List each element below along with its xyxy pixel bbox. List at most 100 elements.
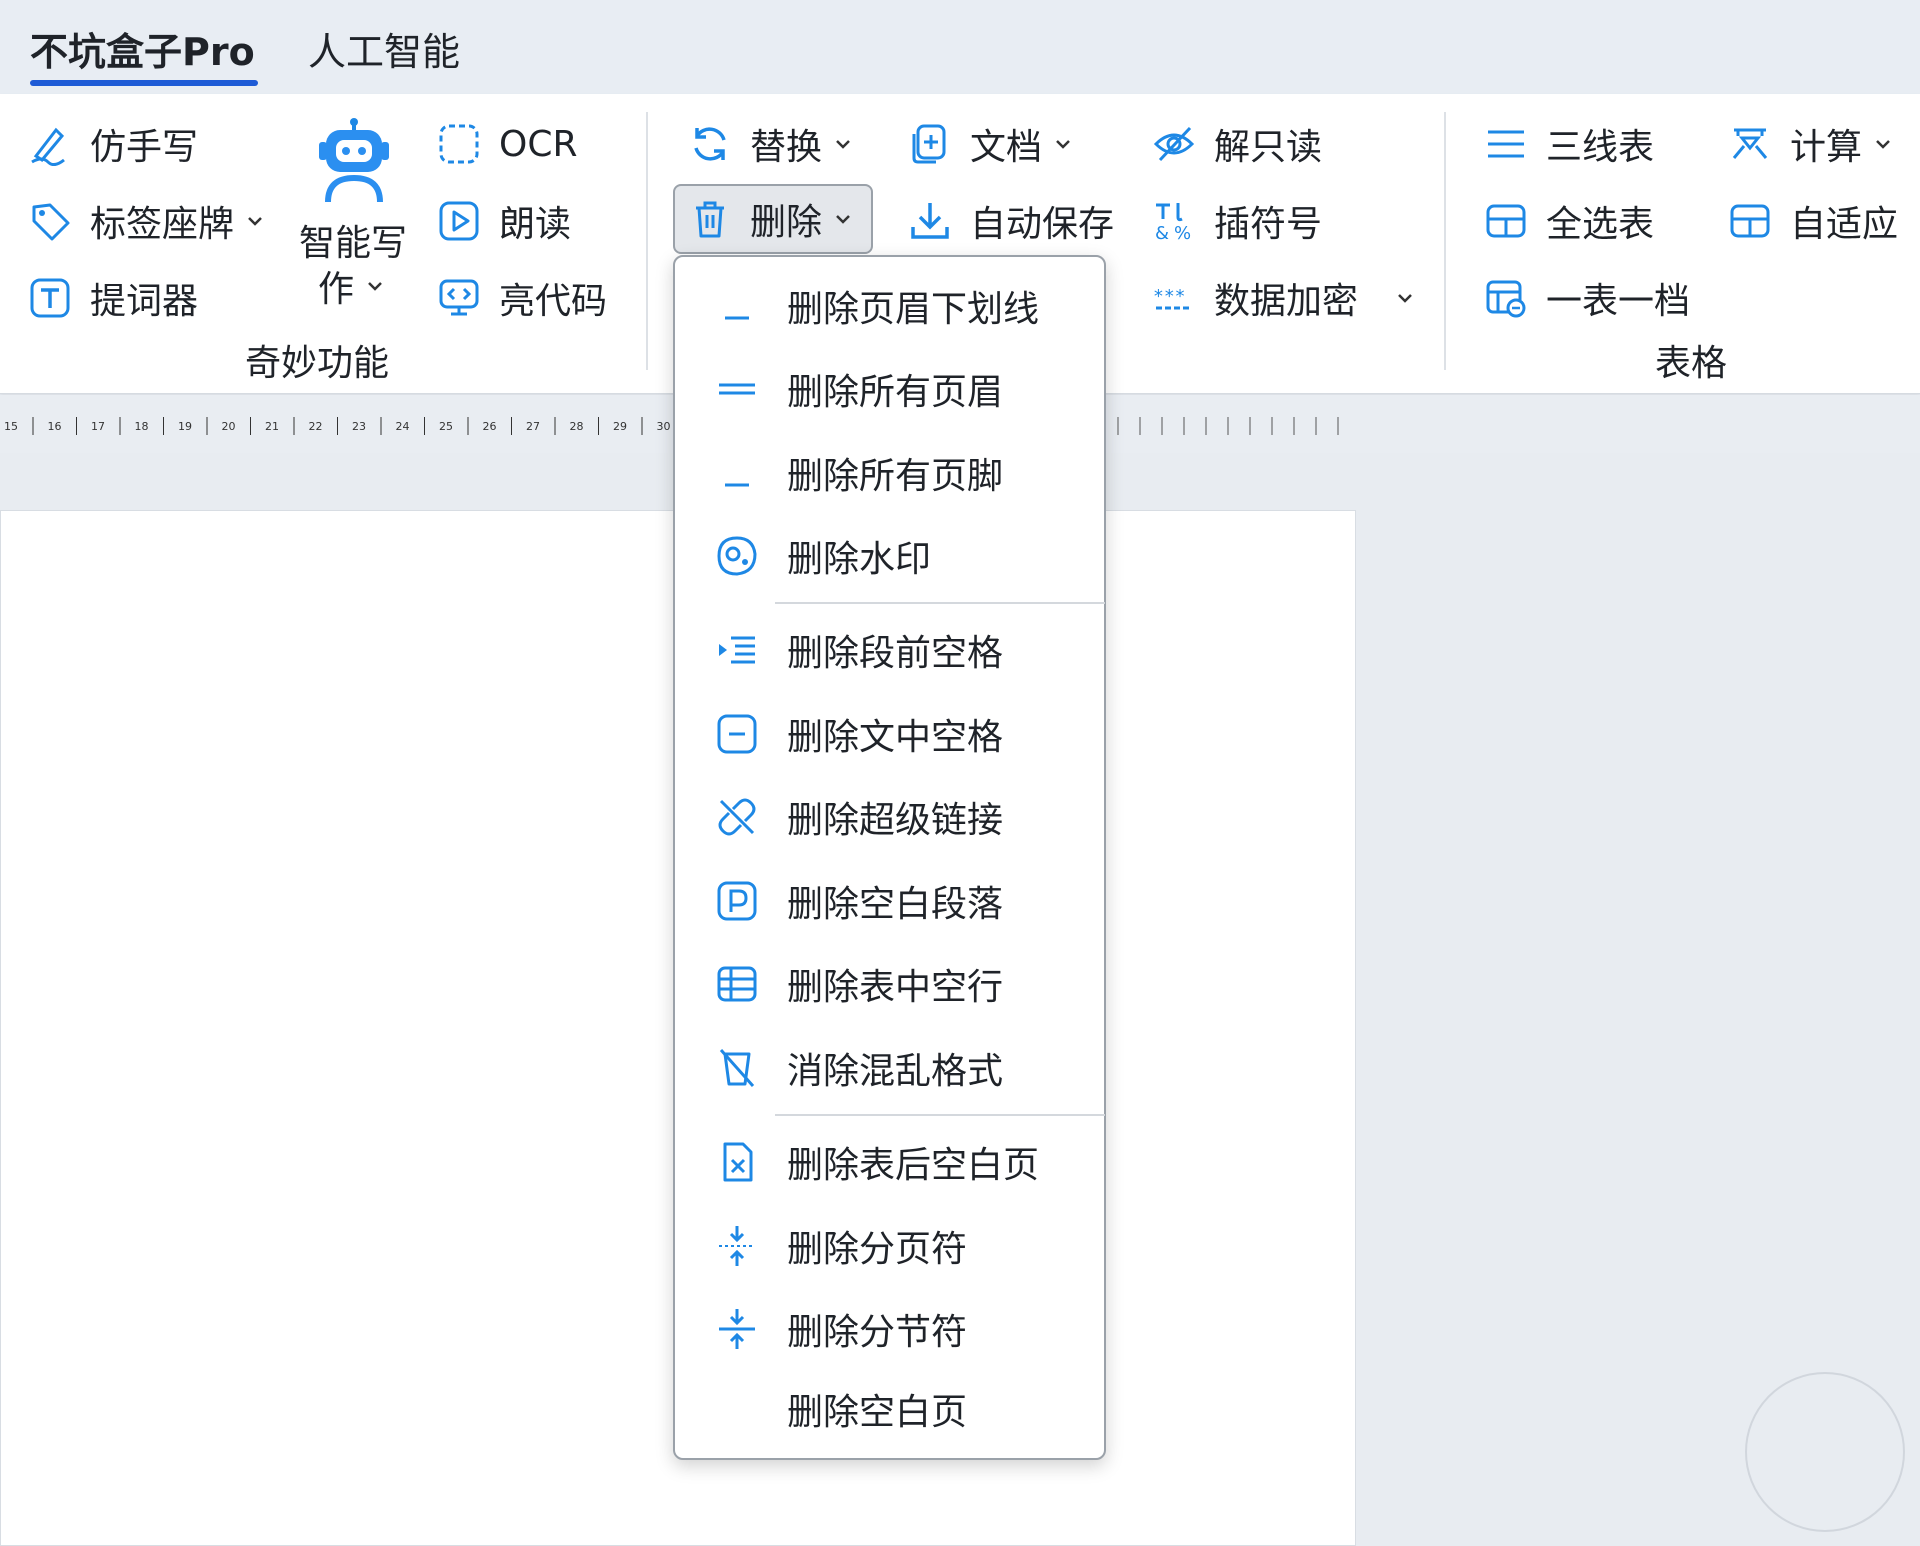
menu-item-clear-messy-format[interactable]: 消除混乱格式 (675, 1033, 1104, 1103)
ruler-number: 21 (265, 420, 279, 433)
tab-ai[interactable]: 人工智能 (308, 28, 460, 76)
scan-icon (437, 122, 481, 166)
double-line-icon (715, 367, 759, 411)
ruler-number: 25 (439, 420, 453, 433)
autosave-button[interactable]: 自动保存 (908, 191, 1114, 251)
svg-text:&: & (1155, 223, 1169, 243)
ruler-number: 27 (526, 420, 540, 433)
three-lines-icon (1484, 122, 1528, 166)
chevron-down-icon (1052, 133, 1074, 155)
indent-icon (715, 628, 759, 672)
section-break-icon (715, 1307, 759, 1351)
ruler-number: 26 (483, 420, 497, 433)
calculate-icon (1728, 122, 1772, 166)
clear-format-icon (715, 1046, 759, 1090)
chevron-down-icon (364, 275, 386, 297)
asterisk-mask-icon: *** (1152, 276, 1196, 320)
chevron-down-icon (1394, 287, 1416, 309)
delete-button[interactable]: 删除 (688, 189, 854, 249)
page-break-icon (715, 1224, 759, 1268)
read-aloud-button[interactable]: 朗读 (437, 191, 571, 251)
underline-icon (715, 284, 759, 328)
watermark-icon (715, 534, 759, 578)
menu-separator (775, 1114, 1105, 1116)
menu-item-delete-header-underline[interactable]: 删除页眉下划线 (675, 271, 1104, 341)
ruler-number: 29 (613, 420, 627, 433)
active-tab-indicator (30, 80, 258, 86)
tab-bar: 不坑盒子Pro 人工智能 (0, 0, 1920, 94)
ruler-number: 24 (396, 420, 410, 433)
chevron-down-icon (832, 133, 854, 155)
ruler-number: 16 (48, 420, 62, 433)
menu-item-delete-blank-pages[interactable]: 删除空白页 (675, 1374, 1104, 1444)
menu-separator (775, 602, 1105, 604)
delete-dropdown-menu: 删除页眉下划线 删除所有页眉 删除所有页脚 删除水印 删除段前空格 删除文中空格… (673, 255, 1106, 1460)
pen-icon (28, 122, 72, 166)
label-card-button[interactable]: 标签座牌 (28, 191, 266, 251)
table-icon (1484, 199, 1528, 243)
teleprompter-button[interactable]: 提词器 (28, 268, 198, 328)
table-icon (1728, 199, 1772, 243)
ruler-number: 30 (657, 420, 671, 433)
menu-item-delete-all-footers[interactable]: 删除所有页脚 (675, 438, 1104, 508)
refresh-icon (688, 122, 732, 166)
code-monitor-icon (437, 276, 481, 320)
robot-icon (319, 118, 389, 203)
menu-item-delete-blank-page-after-table[interactable]: 删除表后空白页 (675, 1127, 1104, 1197)
trash-icon (688, 197, 732, 241)
menu-item-delete-inner-spaces[interactable]: 删除文中空格 (675, 699, 1104, 769)
ruler-number: 22 (309, 420, 323, 433)
highlight-code-button[interactable]: 亮代码 (437, 268, 607, 328)
unlink-icon (715, 795, 759, 839)
symbol-icon: &% (1152, 199, 1196, 243)
group-label-magic: 奇妙功能 (245, 343, 390, 384)
svg-text:%: % (1174, 223, 1191, 243)
ocr-button[interactable]: OCR (437, 114, 578, 174)
ruler-number: 20 (222, 420, 236, 433)
ruler-number: 23 (352, 420, 366, 433)
replace-button[interactable]: 替换 (688, 114, 854, 174)
menu-item-delete-hyperlinks[interactable]: 删除超级链接 (675, 782, 1104, 852)
group-divider (1444, 112, 1446, 370)
tab-bukeng-pro[interactable]: 不坑盒子Pro (30, 28, 255, 76)
paragraph-box-icon (715, 879, 759, 923)
select-all-table-button[interactable]: 全选表 (1484, 191, 1654, 251)
menu-item-delete-watermark[interactable]: 删除水印 (675, 521, 1104, 591)
menu-item-delete-leading-spaces[interactable]: 删除段前空格 (675, 615, 1104, 685)
minus-box-icon (715, 712, 759, 756)
chevron-down-icon (244, 210, 266, 232)
table-sync-icon (1484, 276, 1528, 320)
underline-icon (715, 451, 759, 495)
text-box-icon (28, 276, 72, 320)
menu-item-delete-section-breaks[interactable]: 删除分节符 (675, 1294, 1104, 1364)
calculate-button[interactable]: 计算 (1728, 114, 1894, 174)
autofit-button[interactable]: 自适应 (1728, 191, 1898, 251)
insert-symbol-button[interactable]: &% 插符号 (1152, 191, 1322, 251)
handwrite-button[interactable]: 仿手写 (28, 114, 198, 174)
document-add-icon (908, 122, 952, 166)
one-table-button[interactable]: 一表一档 (1484, 268, 1690, 328)
three-line-table-button[interactable]: 三线表 (1484, 114, 1654, 174)
menu-item-delete-empty-paragraphs[interactable]: 删除空白段落 (675, 866, 1104, 936)
menu-item-delete-page-breaks[interactable]: 删除分页符 (675, 1211, 1104, 1281)
download-icon (908, 199, 952, 243)
ruler-number: 17 (91, 420, 105, 433)
ruler-number: 28 (570, 420, 584, 433)
eye-off-icon (1152, 122, 1196, 166)
document-button[interactable]: 文档 (908, 114, 1074, 174)
watermark-logo (1745, 1372, 1905, 1532)
svg-text:***: *** (1153, 286, 1186, 307)
table-rows-icon (715, 962, 759, 1006)
tag-icon (28, 199, 72, 243)
ruler-number: 19 (178, 420, 192, 433)
menu-item-delete-empty-table-rows[interactable]: 删除表中空行 (675, 949, 1104, 1019)
chevron-down-icon (1872, 133, 1894, 155)
play-icon (437, 199, 481, 243)
data-encrypt-button[interactable]: *** 数据加密 (1152, 268, 1416, 328)
chevron-down-icon (832, 208, 854, 230)
smart-write-button[interactable]: 智能写 作 (294, 118, 414, 328)
menu-item-delete-all-headers[interactable]: 删除所有页眉 (675, 354, 1104, 424)
file-x-icon (715, 1140, 759, 1184)
ruler-number: 15 (4, 420, 18, 433)
unlock-readonly-button[interactable]: 解只读 (1152, 114, 1322, 174)
